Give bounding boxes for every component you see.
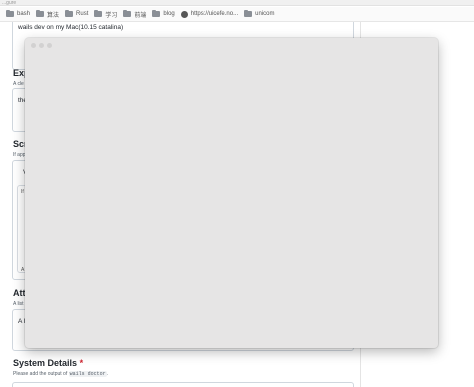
bookmark-label: unicom <box>255 11 275 17</box>
window-close-button[interactable] <box>31 43 36 48</box>
browser-top-strip: ...gure <box>0 0 474 6</box>
window-minimize-button[interactable] <box>39 43 44 48</box>
bookmark-item[interactable]: 学习 <box>94 10 117 19</box>
blank-app-window[interactable] <box>25 38 438 348</box>
folder-icon <box>36 10 45 17</box>
bookmark-item[interactable]: https://uicefe.no... <box>180 10 239 18</box>
bookmark-item[interactable]: 算法 <box>36 10 59 19</box>
attempted-heading: Att <box>13 288 26 298</box>
globe-icon <box>180 10 188 18</box>
bookmark-label: bash <box>17 11 31 17</box>
bookmarks-bar: bash 算法 Rust 学习 前端 blog https://uicefe.n… <box>0 7 474 22</box>
window-zoom-button[interactable] <box>47 43 52 48</box>
bookmark-label: 学习 <box>105 12 118 19</box>
system-details-textarea[interactable] <box>12 382 354 387</box>
system-details-heading: System Details * <box>13 358 83 368</box>
required-asterisk: * <box>79 358 84 368</box>
bookmark-item[interactable]: unicom <box>244 10 275 17</box>
bookmark-item[interactable]: blog <box>152 10 175 17</box>
bookmark-label: https://uicefe.no... <box>190 11 239 17</box>
folder-icon <box>65 10 74 17</box>
folder-icon <box>244 10 253 17</box>
bookmark-label: 算法 <box>47 12 60 19</box>
folder-icon <box>6 10 14 17</box>
wails-doctor-code: wails doctor <box>68 371 107 377</box>
system-details-hint: Please add the output of wails doctor. <box>13 371 108 377</box>
bookmark-label: blog <box>163 11 175 17</box>
attempted-hint: A list <box>13 301 24 307</box>
screenshots-if: If <box>21 189 24 195</box>
system-hint-prefix: Please add the output of <box>13 371 68 377</box>
steps-value: wails dev on my Mac(10.15 catalina) <box>18 24 124 31</box>
bookmark-item[interactable]: 前端 <box>123 10 146 19</box>
bookmark-label: 前端 <box>134 12 147 19</box>
screenshots-hint: If app <box>13 152 26 158</box>
folder-icon <box>94 10 103 17</box>
expected-hint: A cle <box>13 81 24 87</box>
bookmark-label: Rust <box>76 11 89 17</box>
folder-icon <box>152 10 161 17</box>
bookmark-item[interactable]: Rust <box>65 10 89 17</box>
system-details-title: System Details <box>13 358 78 368</box>
bookmark-item[interactable]: bash <box>6 10 31 17</box>
screenshots-a: A <box>21 267 25 273</box>
system-hint-suffix: . <box>106 371 109 377</box>
folder-icon <box>123 10 132 17</box>
top-strip-text: ...gure <box>2 0 17 6</box>
